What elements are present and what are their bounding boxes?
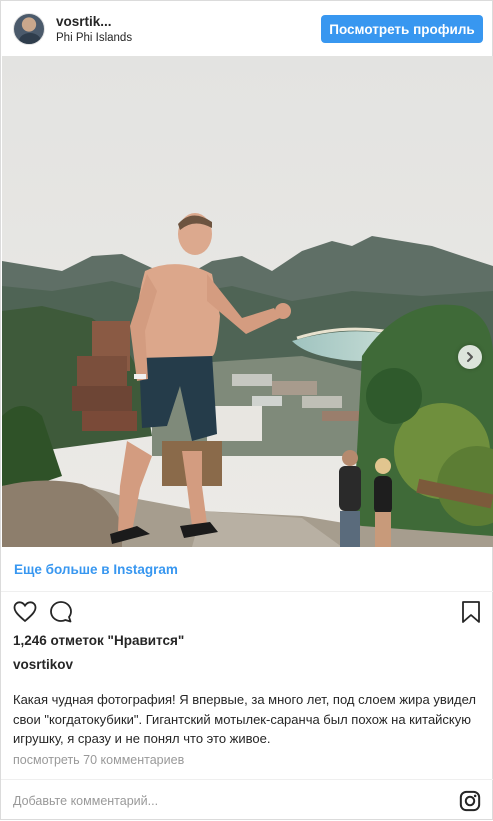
avatar[interactable] bbox=[13, 13, 45, 45]
comment-input[interactable] bbox=[13, 790, 433, 812]
post-photo[interactable] bbox=[2, 56, 493, 547]
next-photo-button[interactable] bbox=[458, 345, 482, 369]
heart-icon[interactable] bbox=[12, 599, 38, 625]
chevron-right-icon bbox=[467, 352, 473, 362]
instagram-logo-icon[interactable] bbox=[459, 790, 481, 812]
more-on-instagram-link[interactable]: Еще больше в Instagram bbox=[14, 562, 178, 577]
instagram-embed-card: vosrtik... Phi Phi Islands Посмотреть пр… bbox=[0, 0, 493, 820]
comment-icon[interactable] bbox=[48, 599, 74, 625]
photo-image bbox=[2, 56, 493, 547]
location[interactable]: Phi Phi Islands bbox=[56, 32, 132, 44]
post-header: vosrtik... Phi Phi Islands Посмотреть пр… bbox=[1, 1, 493, 56]
bookmark-icon[interactable] bbox=[458, 599, 484, 625]
likes-count[interactable]: 1,246 отметок "Нравится" bbox=[13, 633, 184, 648]
caption-text: Какая чудная фотография! Я впервые, за м… bbox=[13, 692, 477, 746]
caption-username[interactable]: vosrtikov bbox=[13, 657, 73, 672]
action-bar bbox=[1, 593, 493, 633]
view-comments-link[interactable]: посмотреть 70 комментариев bbox=[13, 753, 184, 767]
username[interactable]: vosrtik... bbox=[56, 14, 112, 29]
comment-bar bbox=[1, 779, 493, 821]
view-profile-button[interactable]: Посмотреть профиль bbox=[321, 15, 483, 43]
more-on-instagram: Еще больше в Instagram bbox=[1, 547, 493, 592]
